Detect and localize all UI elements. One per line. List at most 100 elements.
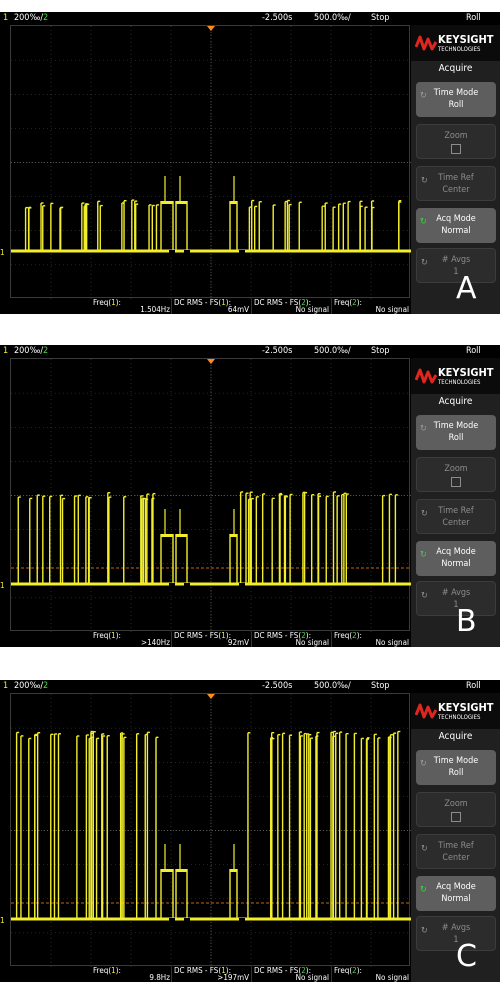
measurement-dcrms-2[interactable]: DC RMS - FS(2): No signal (254, 967, 329, 982)
ch1-dip (184, 250, 190, 255)
time-ref-softkey[interactable]: ↻ Time Ref Center (416, 834, 496, 869)
time-mode-softkey[interactable]: ↻ Time Mode Roll (416, 750, 496, 785)
rotate-arrow-icon: ↻ (421, 509, 428, 519)
meas-label: DC RMS - FS( (174, 298, 222, 307)
trigger-marker-icon (207, 694, 215, 699)
keysight-wave-icon (415, 368, 437, 384)
ch1-ground-marker[interactable]: 1 (0, 580, 10, 591)
time-mode-softkey[interactable]: ↻ Time Mode Roll (416, 415, 496, 450)
ch1-burst (161, 869, 173, 872)
meas-value: >140Hz (141, 638, 170, 647)
measurement-freq-1[interactable]: Freq(1): 1.504Hz (93, 299, 170, 314)
ch2-number[interactable]: 2 (43, 345, 48, 357)
brand-subtitle: TECHNOLOGIES (438, 46, 481, 53)
time-offset[interactable]: -2.500s (262, 12, 292, 24)
softkey-label: Zoom (444, 464, 468, 474)
time-offset[interactable]: -2.500s (262, 345, 292, 357)
divider (171, 967, 172, 982)
status-bar: 1 200‰/ 2 -2.500s 500.0‰/ Stop Roll (0, 345, 500, 357)
measurement-freq-2[interactable]: Freq(2): No signal (334, 299, 409, 314)
softkey-label: Acq Mode (436, 547, 476, 557)
time-ref-softkey[interactable]: ↻ Time Ref Center (416, 499, 496, 534)
meas-label: DC RMS - FS( (254, 966, 302, 975)
meas-label-end: ): (356, 631, 362, 640)
trigger-marker-icon (207, 26, 215, 31)
acquisition-mode-label: Roll (466, 346, 481, 356)
zoom-softkey[interactable]: Zoom (416, 457, 496, 492)
meas-label-end: ): (115, 631, 121, 640)
meas-label: DC RMS - FS( (174, 631, 222, 640)
softkey-label: # Avgs (441, 923, 471, 933)
measurement-freq-2[interactable]: Freq(2): No signal (334, 967, 409, 982)
meas-label: DC RMS - FS( (254, 631, 302, 640)
ch1-number[interactable]: 1 (3, 680, 8, 692)
waveform-svg (11, 359, 411, 632)
zoom-softkey[interactable]: Zoom (416, 124, 496, 159)
acq-mode-softkey[interactable]: ↻ Acq Mode Normal (416, 208, 496, 243)
rotate-arrow-icon: ↻ (421, 176, 428, 186)
measurement-dcrms-1[interactable]: DC RMS - FS(1): 64mV (174, 299, 249, 314)
scope-panel-c: 1 200‰/ 2 -2.500s 500.0‰/ Stop Roll 1 KE… (0, 680, 500, 982)
divider (331, 632, 332, 647)
softkey-value: Roll (448, 100, 464, 110)
acq-mode-softkey[interactable]: ↻ Acq Mode Normal (416, 541, 496, 576)
time-ref-softkey[interactable]: ↻ Time Ref Center (416, 166, 496, 201)
brand-name: KEYSIGHT (438, 366, 494, 379)
ch2-number[interactable]: 2 (43, 680, 48, 692)
softkey-label: Time Ref (438, 841, 474, 851)
time-scale[interactable]: 500.0‰/ (314, 12, 351, 24)
acquisition-mode-label: Roll (466, 13, 481, 23)
waveform-display[interactable] (10, 358, 411, 632)
zoom-checkbox[interactable] (451, 477, 461, 487)
meas-label: DC RMS - FS( (174, 966, 222, 975)
keysight-wave-icon (415, 35, 437, 51)
panel-letter: B (456, 604, 477, 639)
ch1-dip (169, 583, 175, 588)
rotate-arrow-icon: ↻ (420, 91, 427, 101)
ch1-scale[interactable]: 200‰/ (14, 12, 43, 24)
ch1-ground-marker[interactable]: 1 (0, 915, 10, 926)
measurement-dcrms-2[interactable]: DC RMS - FS(2): No signal (254, 632, 329, 647)
softkey-label: Time Mode (433, 88, 479, 98)
meas-label: Freq( (93, 631, 112, 640)
ch1-dip (239, 918, 245, 922)
measurement-dcrms-1[interactable]: DC RMS - FS(1): 92mV (174, 632, 249, 647)
zoom-checkbox[interactable] (451, 812, 461, 822)
time-offset[interactable]: -2.500s (262, 680, 292, 692)
ch1-scale[interactable]: 200‰/ (14, 680, 43, 692)
measurement-dcrms-2[interactable]: DC RMS - FS(2): No signal (254, 299, 329, 314)
trigger-marker-icon (207, 359, 215, 364)
zoom-softkey[interactable]: Zoom (416, 792, 496, 827)
menu-title: Acquire (438, 396, 473, 407)
acq-mode-softkey[interactable]: ↻ Acq Mode Normal (416, 876, 496, 911)
meas-label-end: ): (115, 966, 121, 975)
ch1-burst (161, 201, 173, 204)
measurement-freq-1[interactable]: Freq(1): 9.8Hz (93, 967, 170, 982)
rotate-arrow-icon: ↻ (420, 217, 427, 227)
softkey-value: Center (442, 185, 470, 195)
zoom-checkbox[interactable] (451, 144, 461, 154)
ch1-ground-marker[interactable]: 1 (0, 247, 10, 258)
meas-label: Freq( (93, 966, 112, 975)
meas-label: Freq( (93, 298, 112, 307)
ch1-number[interactable]: 1 (3, 12, 8, 24)
time-mode-softkey[interactable]: ↻ Time Mode Roll (416, 82, 496, 117)
ch2-number[interactable]: 2 (43, 12, 48, 24)
waveform-display[interactable] (10, 25, 411, 299)
menu-title: Acquire (438, 63, 473, 74)
meas-value: No signal (375, 305, 409, 314)
ch1-number[interactable]: 1 (3, 345, 8, 357)
measurement-freq-1[interactable]: Freq(1): >140Hz (93, 632, 170, 647)
time-scale[interactable]: 500.0‰/ (314, 680, 351, 692)
softkey-label: # Avgs (441, 255, 471, 265)
ch1-scale[interactable]: 200‰/ (14, 345, 43, 357)
divider (171, 299, 172, 314)
softkey-value: Normal (441, 894, 471, 904)
time-scale[interactable]: 500.0‰/ (314, 345, 351, 357)
meas-value: No signal (295, 305, 329, 314)
measurement-freq-2[interactable]: Freq(2): No signal (334, 632, 409, 647)
waveform-display[interactable] (10, 693, 411, 967)
meas-value: 64mV (227, 305, 249, 314)
measurement-dcrms-1[interactable]: DC RMS - FS(1): >197mV (174, 967, 249, 982)
meas-label: Freq( (334, 966, 353, 975)
